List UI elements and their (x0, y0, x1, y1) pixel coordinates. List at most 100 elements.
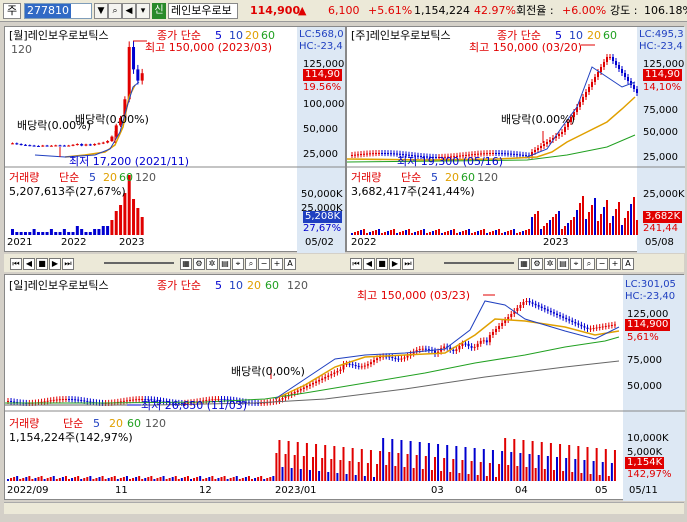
daily-chart-svg[interactable] (5, 275, 685, 501)
monthly-vol-ma60: 60 (119, 171, 133, 184)
stop-icon[interactable]: ■ (376, 258, 388, 270)
daily-candle (607, 325, 610, 327)
daily-volume-bar (205, 478, 208, 481)
scroll-prev-icon[interactable]: ◀ (363, 258, 375, 270)
daily-vol-title: 거래량 (9, 417, 40, 430)
zoom-icon[interactable]: ⌕ (583, 258, 595, 270)
monthly-vol-title: 거래량 (9, 171, 40, 184)
search-icon[interactable]: ⌕ (108, 3, 122, 19)
daily-volume-bar (110, 477, 113, 481)
monthly-end-date: 05/02 (305, 237, 334, 248)
speaker-icon[interactable]: ◀ (122, 3, 136, 19)
daily-volume-bar (382, 438, 385, 481)
weekly-candle (495, 153, 497, 155)
weekly-ma60: 60 (603, 29, 617, 42)
daily-candle (495, 329, 497, 332)
daily-volume-bar (287, 441, 290, 481)
turnover-value: +6.00% (562, 4, 607, 17)
daily-vol-ma60: 60 (127, 417, 141, 430)
weekly-tool-icons: ▦ ⚙ ✲ ▤ ⌖ ⌕ − + A (518, 257, 635, 270)
monthly-chart-svg[interactable] (5, 27, 347, 253)
gear-icon[interactable]: ⚙ (531, 258, 543, 270)
mode-select[interactable]: 주 (3, 3, 21, 19)
scroll-last-icon[interactable]: ⏭ (402, 258, 414, 270)
gear-icon[interactable]: ⚙ (193, 258, 205, 270)
plus-icon[interactable]: + (271, 258, 283, 270)
code-dropdown-icon[interactable]: ▼ (94, 3, 108, 19)
stop-icon[interactable]: ■ (36, 258, 48, 270)
monthly-candle (19, 144, 23, 146)
weekly-volume-bar (495, 230, 497, 235)
scroll-last-icon[interactable]: ⏭ (62, 258, 74, 270)
daily-candle (467, 343, 470, 347)
monthly-candle (58, 145, 62, 147)
crosshair-icon[interactable]: ⌖ (570, 258, 582, 270)
weekly-candle (534, 150, 536, 152)
monthly-zoom-slider[interactable] (104, 262, 174, 264)
daily-volume-bar (357, 462, 360, 481)
daily-candle (525, 301, 528, 302)
weekly-volume-bar (540, 229, 542, 235)
daily-volume-bar (101, 476, 104, 481)
monthly-volume-bar (136, 208, 140, 235)
layout-icon[interactable]: ▤ (557, 258, 569, 270)
bottom-scrollbar[interactable] (4, 502, 684, 514)
weekly-candle (393, 153, 395, 155)
weekly-volume-bar (468, 229, 470, 235)
daily-candle (571, 320, 574, 322)
weekly-volume-bar (501, 233, 503, 235)
menu-dropdown-icon[interactable]: ▾ (136, 3, 150, 19)
daily-candle (568, 319, 571, 321)
scroll-next-icon[interactable]: ▶ (389, 258, 401, 270)
monthly-hc: HC:-23,4 (299, 41, 343, 52)
daily-volume-bar (150, 476, 153, 481)
daily-candle (49, 400, 52, 402)
stock-name-field[interactable]: 레인보우로보 (168, 3, 238, 19)
minus-icon[interactable]: − (596, 258, 608, 270)
scroll-first-icon[interactable]: ⏮ (10, 258, 22, 270)
crosshair-icon[interactable]: ⌖ (232, 258, 244, 270)
minus-icon[interactable]: − (258, 258, 270, 270)
monthly-volume-bar (75, 226, 79, 235)
weekly-volume-bar (384, 232, 386, 235)
text-icon[interactable]: A (284, 258, 296, 270)
scroll-prev-icon[interactable]: ◀ (23, 258, 35, 270)
scroll-first-icon[interactable]: ⏮ (350, 258, 362, 270)
weekly-zoom-slider[interactable] (444, 262, 514, 264)
daily-volume-bar (138, 476, 141, 481)
daily-candle (119, 401, 122, 403)
daily-volume-bar (272, 476, 275, 481)
monthly-volume-bar (11, 229, 14, 235)
weekly-candle (618, 65, 620, 69)
weekly-ma20: 20 (587, 29, 601, 42)
daily-candles (7, 298, 616, 406)
daily-candle (293, 392, 296, 394)
zoom-icon[interactable]: ⌕ (245, 258, 257, 270)
weekly-volume-bar (444, 232, 446, 235)
grid-icon[interactable]: ▦ (180, 258, 192, 270)
settings-icon[interactable]: ✲ (544, 258, 556, 270)
text-icon[interactable]: A (622, 258, 634, 270)
weekly-volume-bar (411, 233, 413, 235)
monthly-candle (136, 69, 140, 81)
layout-icon[interactable]: ▤ (219, 258, 231, 270)
weekly-candle (369, 153, 371, 155)
weekly-vol-ma: 단순 (401, 171, 422, 184)
grid-icon[interactable]: ▦ (518, 258, 530, 270)
monthly-date-2: 2023 (119, 237, 145, 248)
weekly-volume-bar (462, 231, 464, 235)
weekly-candle (579, 102, 581, 107)
stock-code-input[interactable]: 277810 (24, 3, 92, 19)
weekly-low-label: 최저 19,300 (05/16) (397, 155, 504, 168)
settings-icon[interactable]: ✲ (206, 258, 218, 270)
daily-volume-bar (373, 477, 375, 481)
daily-volume-bar (360, 449, 363, 481)
daily-volume-bar (312, 457, 314, 481)
daily-volume-bar (446, 445, 449, 481)
weekly-volume-bar (480, 230, 482, 235)
daily-candle (531, 302, 534, 304)
plus-icon[interactable]: + (609, 258, 621, 270)
daily-ma20: 20 (247, 279, 261, 292)
scroll-next-icon[interactable]: ▶ (49, 258, 61, 270)
weekly-chart-svg[interactable] (347, 27, 685, 253)
